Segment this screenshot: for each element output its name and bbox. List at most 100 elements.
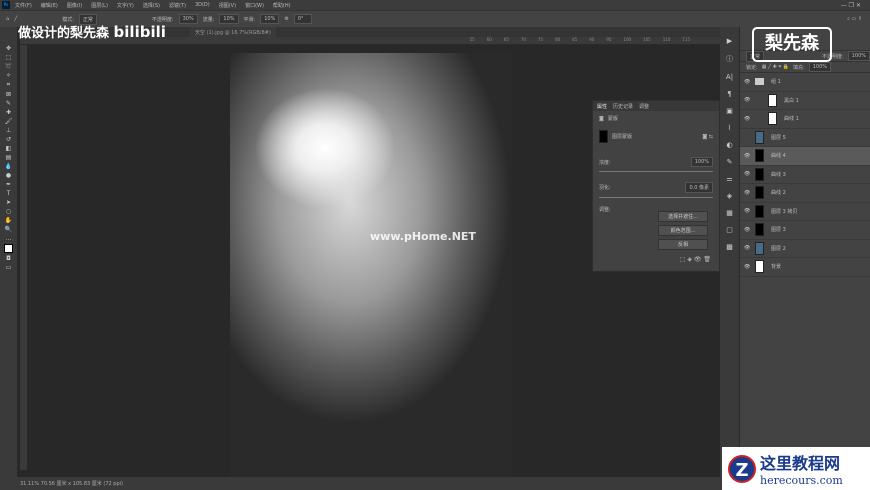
- hand-icon[interactable]: ✋: [5, 217, 12, 224]
- layer-row[interactable]: 👁 曲线 1: [740, 110, 870, 129]
- tab-adjustments[interactable]: 调整: [639, 103, 649, 110]
- type-tool-icon[interactable]: T: [7, 190, 11, 197]
- crop-tool-icon[interactable]: ⌗: [7, 81, 10, 89]
- quick-mask-icon[interactable]: ◘: [6, 255, 11, 262]
- character-icon[interactable]: A|: [726, 73, 733, 81]
- menu-window[interactable]: 窗口(W): [245, 2, 264, 9]
- layer-opacity-field[interactable]: 100%: [847, 51, 870, 61]
- lock-icons[interactable]: ▦ ╱ ✚ ⌗ 🔒: [762, 64, 789, 70]
- visibility-eye-icon[interactable]: 👁: [744, 97, 752, 103]
- paragraph-icon[interactable]: ¶: [727, 90, 731, 98]
- path-select-icon[interactable]: ➤: [6, 199, 11, 206]
- flow-field[interactable]: 10%: [219, 14, 239, 24]
- layers-icon[interactable]: ◈: [727, 192, 732, 200]
- frame-tool-icon[interactable]: ⊠: [6, 91, 11, 98]
- search-icon[interactable]: ⌕ ▭ ⇪: [847, 16, 862, 22]
- visibility-eye-icon[interactable]: 👁: [744, 116, 752, 122]
- feather-slider[interactable]: [599, 197, 713, 198]
- info-icon[interactable]: ⓘ: [726, 54, 733, 64]
- density-slider[interactable]: [599, 171, 713, 172]
- paths-icon[interactable]: ▢: [726, 226, 733, 234]
- visibility-eye-icon[interactable]: 👁: [744, 190, 752, 196]
- eraser-icon[interactable]: ◧: [6, 145, 12, 152]
- color-range-button[interactable]: 颜色范围...: [658, 225, 708, 236]
- home-icon[interactable]: ⌂: [6, 16, 9, 22]
- fill-field[interactable]: 100%: [808, 62, 831, 72]
- color-icon[interactable]: ◐: [726, 141, 732, 149]
- layer-row[interactable]: 👁 曲线 3: [740, 166, 870, 184]
- visibility-eye-icon[interactable]: 👁: [744, 227, 752, 233]
- layer-name: 曲线 2: [771, 190, 786, 197]
- opacity-field[interactable]: 30%: [178, 14, 198, 24]
- density-field[interactable]: 100%: [690, 157, 713, 167]
- visibility-eye-icon[interactable]: 👁: [744, 79, 752, 85]
- smooth-field[interactable]: 10%: [260, 14, 280, 24]
- menu-image[interactable]: 图像(I): [67, 2, 82, 9]
- layer-row[interactable]: 👁 曲线 2: [740, 184, 870, 203]
- menu-help[interactable]: 帮助(H): [273, 2, 291, 9]
- properties-icon[interactable]: ⚌: [726, 175, 732, 183]
- layer-row[interactable]: 👁 图层 2: [740, 240, 870, 258]
- brush-tool-icon[interactable]: 🖌: [5, 118, 13, 125]
- tab-properties[interactable]: 属性: [597, 103, 607, 110]
- layer-row[interactable]: 👁 背景: [740, 258, 870, 277]
- menu-file[interactable]: 文件(F): [15, 2, 32, 9]
- shape-icon[interactable]: ○: [6, 208, 11, 215]
- select-and-mask-button[interactable]: 选择并遮住...: [658, 211, 708, 222]
- window-controls[interactable]: — ❐ ✕: [841, 2, 861, 9]
- document-tab[interactable]: 天空 (1).jpg @ 16.7%(RGB/8#): [190, 27, 276, 37]
- zoom-icon[interactable]: 🔍: [5, 226, 12, 233]
- gradient-icon[interactable]: ▤: [6, 154, 12, 161]
- blur-icon[interactable]: 💧: [5, 163, 12, 170]
- marquee-tool-icon[interactable]: ⬚: [6, 54, 12, 61]
- lasso-tool-icon[interactable]: ➰: [5, 63, 12, 70]
- visibility-eye-icon[interactable]: 👁: [744, 245, 752, 251]
- layer-name: 黑白 1: [784, 97, 799, 104]
- layer-row[interactable]: 👁 曲线 4: [740, 147, 870, 166]
- adjustments-icon[interactable]: ▣: [726, 107, 733, 115]
- swatches-icon[interactable]: ▩: [726, 243, 733, 251]
- menu-view[interactable]: 视图(V): [219, 2, 236, 9]
- menu-3d[interactable]: 3D(D): [195, 2, 210, 8]
- history-brush-icon[interactable]: ↺: [6, 136, 11, 143]
- visibility-eye-icon[interactable]: 👁: [744, 153, 752, 159]
- visibility-eye-icon[interactable]: 👁: [744, 208, 752, 214]
- layer-row[interactable]: 👁 组 1: [740, 73, 870, 92]
- screen-mode-icon[interactable]: ▭: [6, 264, 12, 271]
- more-icon[interactable]: …: [6, 235, 12, 242]
- brushes-icon[interactable]: ✎: [727, 158, 733, 166]
- brush-settings-icon[interactable]: ⌇: [728, 124, 731, 132]
- menu-filter[interactable]: 滤镜(T): [169, 2, 186, 9]
- invert-button[interactable]: 反相: [658, 239, 708, 250]
- menu-select[interactable]: 选择(S): [143, 2, 160, 9]
- add-mask-icon[interactable]: ◙ ⇆: [702, 134, 713, 140]
- visibility-eye-icon[interactable]: 👁: [744, 264, 752, 270]
- brush-icon[interactable]: ╱: [14, 16, 17, 22]
- layer-row[interactable]: 👁 图层 3: [740, 221, 870, 240]
- angle-field[interactable]: 0°: [293, 14, 312, 24]
- gear-icon[interactable]: ⚙: [284, 16, 288, 22]
- panel-footer-icons[interactable]: ⬚ ◈ 👁 🗑: [593, 250, 719, 269]
- pen-icon[interactable]: ✒: [6, 181, 11, 188]
- eyedropper-icon[interactable]: ✎: [6, 100, 11, 107]
- play-icon[interactable]: ▶: [727, 37, 732, 45]
- menu-type[interactable]: 文字(Y): [117, 2, 134, 9]
- layer-row[interactable]: 👁 黑白 1: [740, 92, 870, 110]
- document-canvas-cloud-image[interactable]: [230, 53, 512, 477]
- move-tool-icon[interactable]: ✥: [6, 45, 11, 52]
- stamp-icon[interactable]: ⊥: [6, 127, 11, 134]
- layer-row[interactable]: 👁 图层 3 拷贝: [740, 203, 870, 221]
- menu-layer[interactable]: 图层(L): [91, 2, 108, 9]
- feather-field[interactable]: 0.0 像素: [685, 182, 713, 193]
- density-label: 浓度:: [599, 159, 611, 166]
- layer-row[interactable]: 图层 5: [740, 129, 870, 147]
- channels-icon[interactable]: ▦: [726, 209, 733, 217]
- menu-edit[interactable]: 编辑(E): [41, 2, 58, 9]
- magic-wand-icon[interactable]: ✧: [6, 72, 11, 79]
- mask-icon[interactable]: ◙: [599, 116, 604, 122]
- visibility-eye-icon[interactable]: 👁: [744, 171, 752, 177]
- tab-history[interactable]: 历史记录: [613, 103, 633, 110]
- healing-icon[interactable]: ✚: [6, 109, 11, 116]
- dodge-icon[interactable]: ●: [6, 172, 11, 179]
- color-swatches[interactable]: [4, 244, 13, 253]
